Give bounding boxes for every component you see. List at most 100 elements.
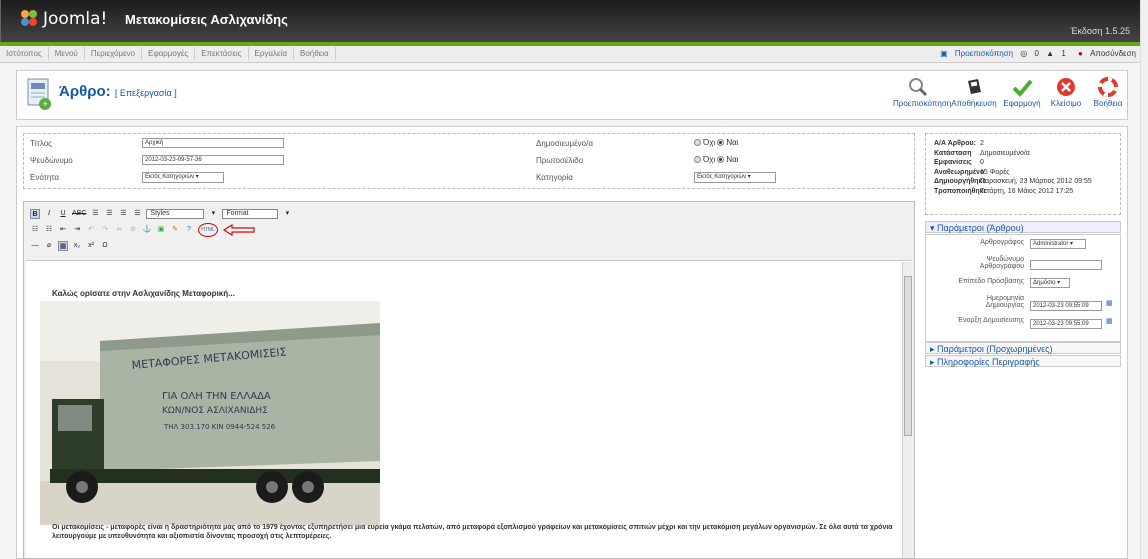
truck-text-3: ΚΩΝ/ΝΟΣ ΑΣΛΙΧΑΝΙΔΗΣ — [162, 406, 268, 416]
bold-button[interactable]: B — [30, 209, 40, 219]
logout-link[interactable]: ● Αποσύνδεση — [1073, 49, 1136, 58]
justify-button[interactable]: ☰ — [132, 209, 142, 219]
created-date-input[interactable]: 2012-03-23 09:55:09 — [1030, 301, 1102, 311]
menu-item-extensions[interactable]: Επεκτάσεις — [195, 47, 249, 60]
frontpage-radio-group: Όχι Ναι — [694, 155, 739, 164]
admin-menu: Ιστότοπος Μενού Περιεχόμενο Εφαρμογές Επ… — [0, 46, 1140, 63]
frontpage-no-radio[interactable] — [694, 156, 701, 163]
params-article-body: Αρθρογράφος Administrator ▾ Ψευδώνυμο Αρθ… — [925, 234, 1121, 342]
article-icon: + — [27, 78, 51, 110]
author-alias-input[interactable] — [1030, 260, 1102, 270]
params-article-header[interactable]: ▾ Παράμετροι (Άρθρου) — [925, 221, 1121, 233]
unlink-icon[interactable]: ⊘ — [128, 225, 138, 235]
metadata-header[interactable]: ▸ Πληροφορίες Περιγραφής — [925, 355, 1121, 367]
styles-select[interactable]: Styles — [146, 209, 205, 219]
svg-text:+: + — [43, 99, 48, 109]
apply-button[interactable]: Εφαρμογή — [997, 77, 1047, 108]
publish-date-input[interactable]: 2012-03-23 09:55:09 — [1030, 319, 1102, 329]
align-center-button[interactable]: ☰ — [104, 209, 114, 219]
save-button[interactable]: Αποθήκευση — [949, 77, 999, 108]
indent-icon[interactable]: ⇥ — [72, 225, 82, 235]
menu-item-menus[interactable]: Μενού — [49, 47, 85, 60]
status-area: ▣ Προεπισκόπηση ◎ 0 ▲ 1 ● Αποσύνδεση — [935, 49, 1136, 58]
category-label: Κατηγορία — [536, 173, 573, 182]
window-scrollbar[interactable] — [1140, 0, 1148, 559]
truck-text-2: ΓΙΑ ΟΛΗ ΤΗΝ ΕΛΛΑΔΑ — [162, 391, 271, 402]
info-id: Α/Α Άρθρου: 2 — [934, 140, 984, 147]
anchor-icon[interactable]: ⚓ — [142, 225, 152, 235]
align-left-button[interactable]: ☰ — [90, 209, 100, 219]
strikethrough-button[interactable]: ABC — [72, 209, 86, 219]
preview-button[interactable]: Προεπισκόπηση — [893, 77, 951, 108]
menu-item-content[interactable]: Περιεχόμενο — [85, 47, 143, 60]
truck-text-4: ΤΗΛ 303.170 ΚΙΝ 0944-524 526 — [163, 423, 276, 431]
wysiwyg-editor: B I U ABC ☰ ☰ ☰ ☰ Styles ▾ Format ▾ ☷ ☷ ⇤ … — [23, 201, 915, 559]
alias-input[interactable]: 2012-03-23-09-57-36 — [142, 155, 284, 165]
main-panel: Τίτλος Αρχική Ψευδώνυμο 2012-03-23-09-57… — [16, 126, 1128, 559]
article-info-box: Α/Α Άρθρου: 2 Κατάσταση Δημοσιευμένο/α Εμφ… — [925, 133, 1121, 215]
params-advanced-header[interactable]: ▸ Παράμετροι (Προχωρημένες) — [925, 342, 1121, 354]
visual-aid-icon[interactable]: ▦ — [58, 241, 68, 251]
menu-item-components[interactable]: Εφαρμογές — [142, 47, 196, 60]
title-input[interactable]: Αρχική — [142, 138, 284, 148]
access-select[interactable]: Δημόσιο ▾ — [1030, 278, 1070, 288]
html-source-button[interactable]: HTML — [198, 223, 218, 237]
help-editor-icon[interactable]: ? — [184, 225, 194, 235]
editor-content-area[interactable]: Καλώς ορίσατε στην Ασλιχανίδης Μεταφορικ… — [26, 260, 912, 558]
scroll-thumb[interactable] — [904, 276, 912, 436]
info-state: Κατάσταση Δημοσιευμένο/α — [934, 149, 1030, 157]
param-author-row: Αρθρογράφος Administrator ▾ — [926, 239, 1120, 256]
menu-item-help[interactable]: Βοήθεια — [294, 47, 336, 60]
published-radio-group: Όχι Ναι — [694, 138, 739, 147]
styles-dropdown-icon[interactable]: ▾ — [208, 209, 218, 219]
save-icon — [968, 79, 981, 94]
param-access-row: Επίπεδο Πρόσβασης Δημόσιο ▾ — [926, 278, 1120, 295]
remove-format-icon[interactable]: ⌀ — [44, 241, 54, 251]
italic-button[interactable]: I — [44, 209, 54, 219]
undo-icon[interactable]: ↶ — [86, 225, 96, 235]
apply-icon — [1012, 79, 1032, 97]
menu-item-site[interactable]: Ιστότοπος — [0, 47, 49, 60]
category-select[interactable]: Εκτός Κατηγοριών ▾ — [694, 172, 776, 183]
body-paragraph: Οι μετακομίσεις - μεταφορές είναι η δρασ… — [52, 524, 893, 540]
format-select[interactable]: Format — [222, 209, 279, 219]
frontpage-yes-radio[interactable] — [717, 156, 725, 163]
superscript-icon[interactable]: x² — [86, 241, 96, 251]
param-created-row: Ημερομηνία Δημιουργίας 2012-03-23 09:55:0… — [985, 295, 1113, 311]
site-name: Μετακομίσεις Ασλιχανίδης — [125, 12, 288, 27]
image-icon[interactable]: ▣ — [156, 225, 166, 235]
special-char-icon[interactable]: Ω — [100, 241, 110, 251]
bullet-list-icon[interactable]: ☷ — [30, 225, 40, 235]
editor-toolbar-row1: B I U ABC ☰ ☰ ☰ ☰ Styles ▾ Format ▾ — [30, 208, 292, 220]
calendar-icon[interactable]: ▦ — [1106, 317, 1113, 325]
redo-icon[interactable]: ↷ — [100, 225, 110, 235]
published-yes-radio[interactable] — [717, 139, 725, 146]
info-modified: ΤροποποιήθηκεΤετάρτη, 16 Μάιος 2012 17:2… — [934, 187, 1074, 195]
align-right-button[interactable]: ☰ — [118, 209, 128, 219]
moving-truck-photo: ΜΕΤΑΦΟΡΕΣ ΜΕΤΑΚΟΜΙΣΕΙΣ ΓΙΑ ΟΛΗ ΤΗΝ ΕΛΛΑΔ… — [40, 301, 380, 525]
help-button[interactable]: Βοήθεια — [1083, 77, 1133, 108]
underline-button[interactable]: U — [58, 209, 68, 219]
menu-item-tools[interactable]: Εργαλεία — [249, 47, 295, 60]
calendar-icon[interactable]: ▦ — [1106, 299, 1113, 307]
outdent-icon[interactable]: ⇤ — [58, 225, 68, 235]
author-select[interactable]: Administrator ▾ — [1030, 239, 1086, 249]
messages-count[interactable]: ◎ 0 — [1020, 49, 1039, 58]
section-select[interactable]: Εκτός Κατηγοριών ▾ — [142, 172, 224, 183]
users-count[interactable]: ▲ 1 — [1046, 49, 1066, 58]
editor-scrollbar[interactable] — [902, 262, 912, 558]
numbered-list-icon[interactable]: ☷ — [44, 225, 54, 235]
frontpage-label: Πρωτοσέλιδο — [536, 156, 584, 165]
cleanup-icon[interactable]: ✎ — [170, 225, 180, 235]
link-icon[interactable]: ∞ — [114, 225, 124, 235]
preview-link[interactable]: ▣ Προεπισκόπηση — [940, 49, 1013, 58]
published-no-radio[interactable] — [694, 139, 701, 146]
editor-toolbar-row3: — ⌀ ▦ x₂ x² Ω — [30, 240, 110, 252]
section-label: Ενότητα — [30, 173, 59, 182]
info-created: ΔημιουργήθηκεΠαρασκευή, 23 Μάρτιος 2012 … — [934, 178, 1092, 185]
parameters-panel: ▾ Παράμετροι (Άρθρου) Αρθρογράφος Adminis… — [925, 221, 1121, 559]
format-dropdown-icon[interactable]: ▾ — [282, 209, 292, 219]
subscript-icon[interactable]: x₂ — [72, 241, 82, 251]
horizontal-rule-icon[interactable]: — — [30, 241, 40, 251]
editor-toolbar-row2: ☷ ☷ ⇤ ⇥ ↶ ↷ ∞ ⊘ ⚓ ▣ ✎ ? HTML — [30, 223, 256, 237]
